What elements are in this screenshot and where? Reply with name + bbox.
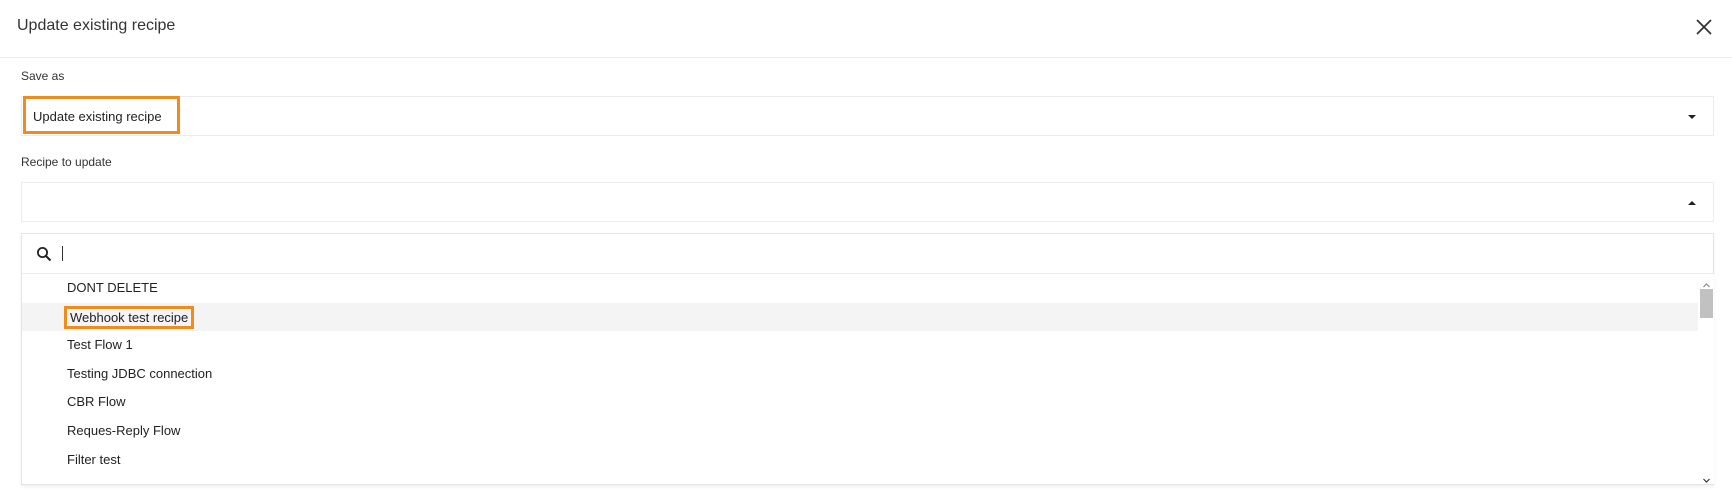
- save-as-select[interactable]: Update existing recipe: [21, 96, 1714, 136]
- option-item[interactable]: Test Flow 1: [22, 331, 1698, 360]
- recipe-to-update-label: Recipe to update: [21, 155, 112, 169]
- option-label: CBR Flow: [67, 394, 126, 410]
- recipe-to-update-select[interactable]: [21, 182, 1714, 222]
- recipe-options-list: DONT DELETE Webhook test recipe Test Flo…: [22, 274, 1698, 484]
- close-button[interactable]: [1693, 16, 1715, 38]
- scrollbar-thumb[interactable]: [1700, 289, 1713, 318]
- options-scrollbar[interactable]: [1699, 274, 1714, 484]
- option-item[interactable]: Reques-Reply Flow: [22, 417, 1698, 446]
- recipe-dropdown-panel: DONT DELETE Webhook test recipe Test Flo…: [21, 233, 1714, 485]
- close-icon: [1696, 19, 1712, 35]
- caret-down-icon: [1687, 113, 1697, 121]
- save-as-label: Save as: [21, 69, 65, 83]
- option-item[interactable]: Testing JDBC connection: [22, 360, 1698, 389]
- dialog-header: Update existing recipe: [0, 0, 1732, 58]
- dialog-title: Update existing recipe: [17, 17, 176, 34]
- dropdown-search-row: [22, 234, 1713, 274]
- search-icon: [36, 246, 52, 262]
- option-label: Testing JDBC connection: [67, 365, 213, 381]
- caret-up-icon: [1687, 199, 1697, 207]
- option-item[interactable]: CBR Flow: [22, 388, 1698, 417]
- text-cursor: [62, 246, 63, 261]
- save-as-value: Update existing recipe: [33, 109, 162, 124]
- option-label: Filter test: [67, 451, 121, 467]
- option-item[interactable]: DONT DELETE: [22, 274, 1698, 303]
- option-item[interactable]: Webhook test recipe: [22, 302, 1698, 332]
- option-item[interactable]: Filter test: [22, 446, 1698, 475]
- recipe-search-input[interactable]: [62, 242, 1662, 266]
- option-label-highlighted: Webhook test recipe: [64, 305, 195, 329]
- option-label: Reques-Reply Flow: [67, 422, 181, 438]
- scroll-down-arrow-icon[interactable]: [1702, 472, 1711, 483]
- scroll-up-arrow-icon[interactable]: [1702, 277, 1711, 288]
- option-label: Test Flow 1: [67, 337, 133, 353]
- option-label: DONT DELETE: [67, 280, 158, 295]
